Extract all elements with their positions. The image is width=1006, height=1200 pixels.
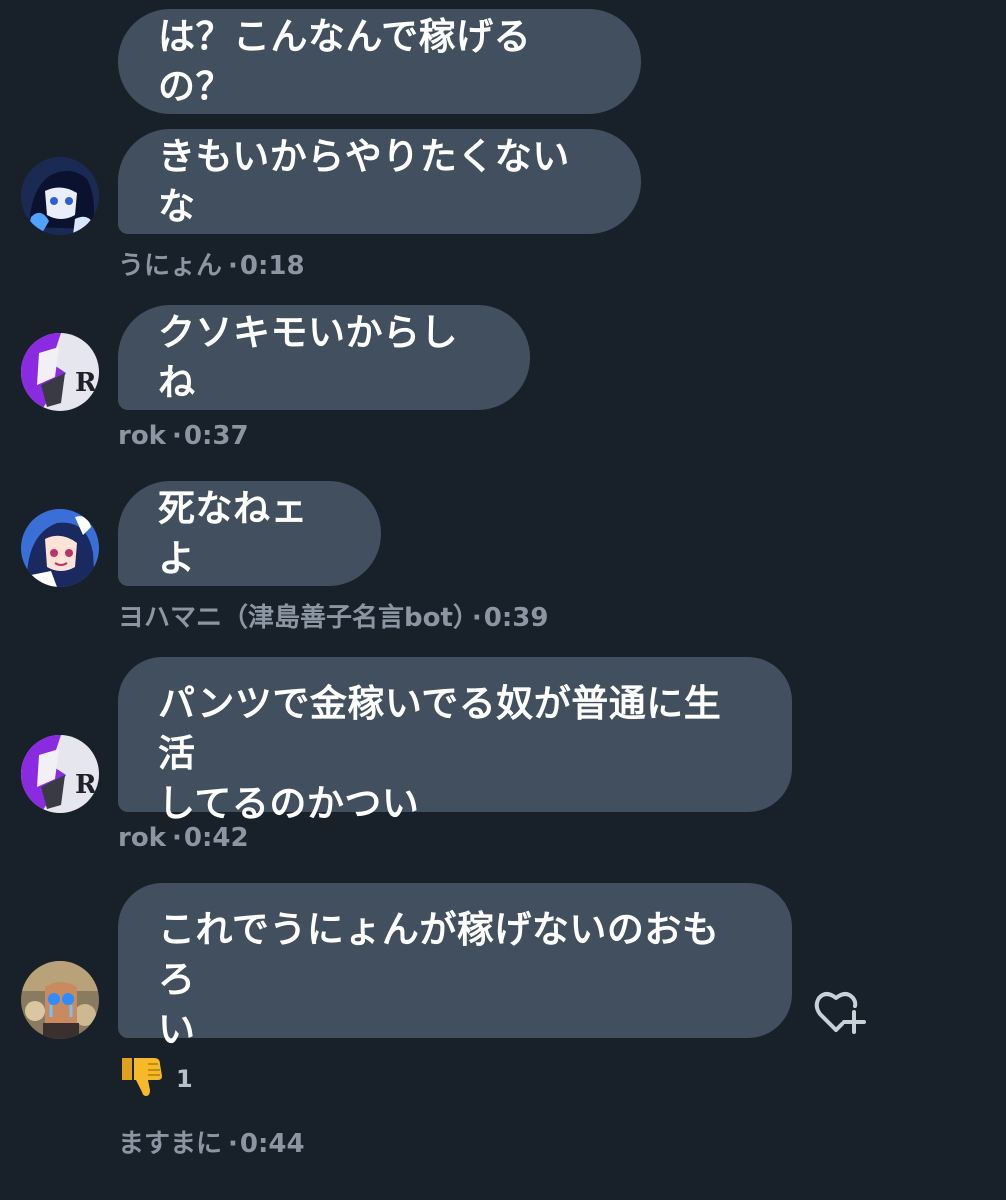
message-text: 死なねェよ <box>158 486 308 580</box>
message-text: きもいからやりたくないな <box>158 134 570 228</box>
author-name[interactable]: rok <box>118 823 166 853</box>
message-bubble[interactable]: きもいからやりたくないな <box>118 129 641 234</box>
timestamp: 0:44 <box>239 1129 305 1159</box>
message-bubble[interactable]: は？こんなんで稼げるの？ <box>118 9 641 114</box>
avatar-image: R <box>21 735 99 813</box>
timestamp: 0:42 <box>183 823 249 853</box>
author-name[interactable]: rok <box>118 421 166 451</box>
avatar-image <box>21 157 99 235</box>
timestamp: 0:37 <box>183 421 249 451</box>
avatar-masumani[interactable] <box>21 961 99 1039</box>
meta-separator: · <box>228 251 238 281</box>
avatar-rok[interactable]: R <box>21 333 99 411</box>
message-meta: ますまに ·0:44 <box>118 1123 305 1160</box>
author-name[interactable]: ヨハマニ（津島善子名言bot） <box>118 603 466 633</box>
message-text-line: これでうにょんが稼げないのおもろ <box>158 908 720 1001</box>
meta-separator: · <box>171 421 182 451</box>
reaction-count: 1 <box>176 1065 193 1093</box>
message-bubble[interactable]: クソキモいからしね <box>118 305 530 410</box>
message-text-line: い <box>158 1008 196 1051</box>
message-bubble[interactable]: パンツで金稼いでる奴が普通に生活 してるのかつい <box>118 657 792 825</box>
avatar-unyon[interactable] <box>21 157 99 235</box>
reaction-chip[interactable]: 1 <box>118 1052 193 1100</box>
avatar-rok[interactable]: R <box>21 735 99 813</box>
meta-separator: · <box>171 823 182 853</box>
message-text-line: パンツで金稼いでる奴が普通に生活 <box>158 682 722 775</box>
meta-separator: · <box>471 603 482 633</box>
timestamp: 0:18 <box>239 251 305 281</box>
message-text: クソキモいからしね <box>158 310 458 404</box>
avatar-image <box>21 509 99 587</box>
meta-separator: · <box>228 1129 238 1159</box>
timestamp: 0:39 <box>483 603 549 633</box>
message-meta: ヨハマニ（津島善子名言bot） ·0:39 <box>118 597 548 634</box>
message-meta: rok ·0:37 <box>118 421 249 451</box>
author-name[interactable]: ますまに <box>118 1129 222 1159</box>
avatar-yohamani[interactable] <box>21 509 99 587</box>
message-meta: うにょん ·0:18 <box>118 245 305 282</box>
message-text: は？こんなんで稼げるの？ <box>158 14 532 108</box>
author-name[interactable]: うにょん <box>118 251 222 281</box>
svg-text:R: R <box>75 770 97 800</box>
avatar-image: R <box>21 333 99 411</box>
message-bubble[interactable]: 死なねェよ <box>118 481 381 586</box>
add-reaction-heart-icon[interactable] <box>814 988 866 1036</box>
message-text-line: してるのかつい <box>158 782 420 825</box>
message-meta: rok ·0:42 <box>118 823 249 853</box>
avatar-image <box>21 961 99 1039</box>
svg-text:R: R <box>75 368 97 398</box>
thumbs-down-icon <box>122 1058 162 1096</box>
message-bubble[interactable]: これでうにょんが稼げないのおもろ い <box>118 883 792 1051</box>
